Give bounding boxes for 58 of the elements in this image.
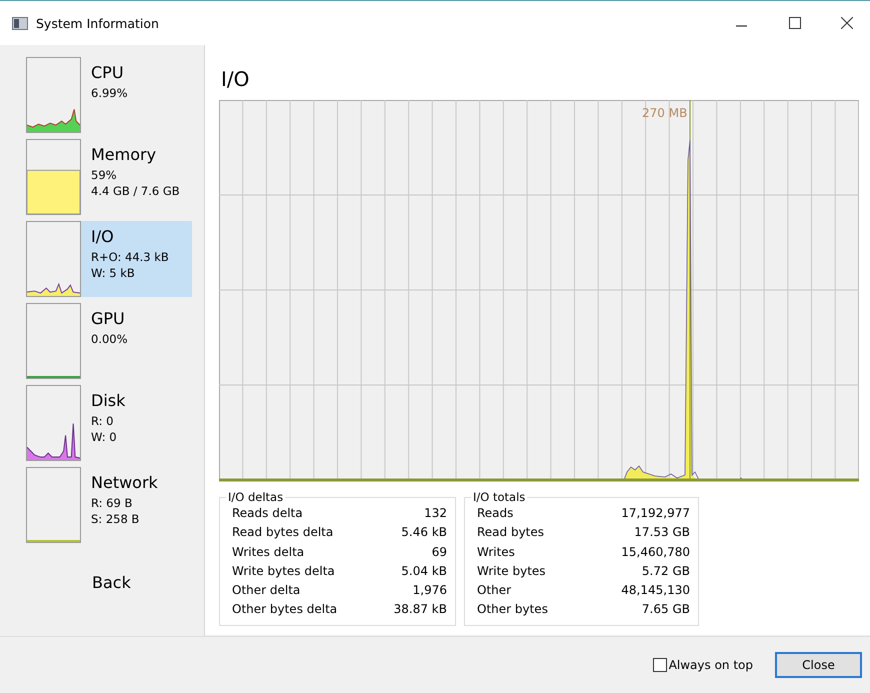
stat-label: Other delta (232, 582, 302, 600)
close-dialog-button[interactable]: Close (775, 652, 862, 678)
item-label: Memory (91, 145, 158, 164)
peak-label: 270 MB (642, 106, 688, 120)
maximize-icon (789, 17, 801, 29)
stat-value: 132 (423, 505, 447, 522)
item-label: Network (91, 473, 159, 492)
stat-value: 5.46 kB (400, 524, 447, 542)
item-value: 6.99% (91, 85, 129, 101)
sidebar-item[interactable]: Network R: 69 B S: 258 B (81, 467, 192, 543)
item-value: S: 258 B (91, 511, 140, 527)
stat-label: Other bytes (477, 601, 549, 618)
window-title: System Information (36, 16, 160, 30)
stat-label: Read bytes delta (232, 524, 334, 542)
item-value: W: 5 kB (91, 265, 136, 281)
item-value: 59% (91, 167, 118, 183)
stat-label: Read bytes (477, 524, 546, 542)
item-label: I/O (91, 227, 115, 246)
stat-label: Other (477, 582, 512, 600)
close-icon (841, 17, 853, 29)
item-value: R: 69 B (91, 495, 134, 511)
item-value: R+O: 44.3 kB (91, 249, 170, 265)
stat-label: Write bytes (477, 562, 547, 580)
stat-value: 48,145,130 (620, 582, 690, 600)
always-on-top-checkbox[interactable]: Always on top (652, 658, 753, 672)
stat-value: 69 (430, 544, 447, 561)
stat-value: 5.72 GB (640, 562, 690, 580)
item-label: Disk (91, 391, 126, 410)
stat-label: Writes (477, 544, 516, 561)
stat-label: Reads (477, 505, 514, 522)
minimize-icon (736, 25, 746, 27)
sidebar-item[interactable]: I/O R+O: 44.3 kB W: 5 kB (81, 221, 192, 297)
item-label: GPU (91, 309, 126, 328)
group-title: I/O deltas (227, 490, 284, 504)
app-icon (12, 16, 28, 30)
stat-value: 17,192,977 (620, 505, 690, 522)
item-value: R: 0 (91, 413, 114, 429)
stat-label: Writes delta (232, 544, 306, 561)
sidebar-item[interactable]: Disk R: 0 W: 0 (81, 385, 192, 461)
group-title: I/O totals (472, 490, 526, 504)
stat-value: 1,976 (412, 582, 447, 600)
sidebar-item[interactable]: GPU 0.00% (81, 303, 192, 379)
sidebar-item[interactable]: CPU 6.99% (81, 57, 192, 133)
stat-value: 17.53 GB (633, 524, 690, 542)
item-label: CPU (91, 63, 125, 82)
item-value: W: 0 (91, 429, 118, 445)
panel-title: I/O (221, 67, 250, 91)
stat-value: 7.65 GB (640, 601, 690, 618)
stat-value: 38.87 kB (392, 601, 447, 618)
item-value: 4.4 GB / 7.6 GB (91, 183, 181, 199)
stat-value: 5.04 kB (400, 562, 447, 580)
item-value: 0.00% (91, 331, 129, 347)
sidebar-item[interactable]: Memory 59% 4.4 GB / 7.6 GB (81, 139, 192, 215)
stat-label: Write bytes delta (232, 562, 336, 580)
stat-value: 15,460,780 (620, 544, 690, 561)
stat-label: Other bytes delta (232, 601, 338, 618)
stat-label: Reads delta (232, 505, 304, 522)
back-link[interactable]: Back (92, 573, 131, 592)
